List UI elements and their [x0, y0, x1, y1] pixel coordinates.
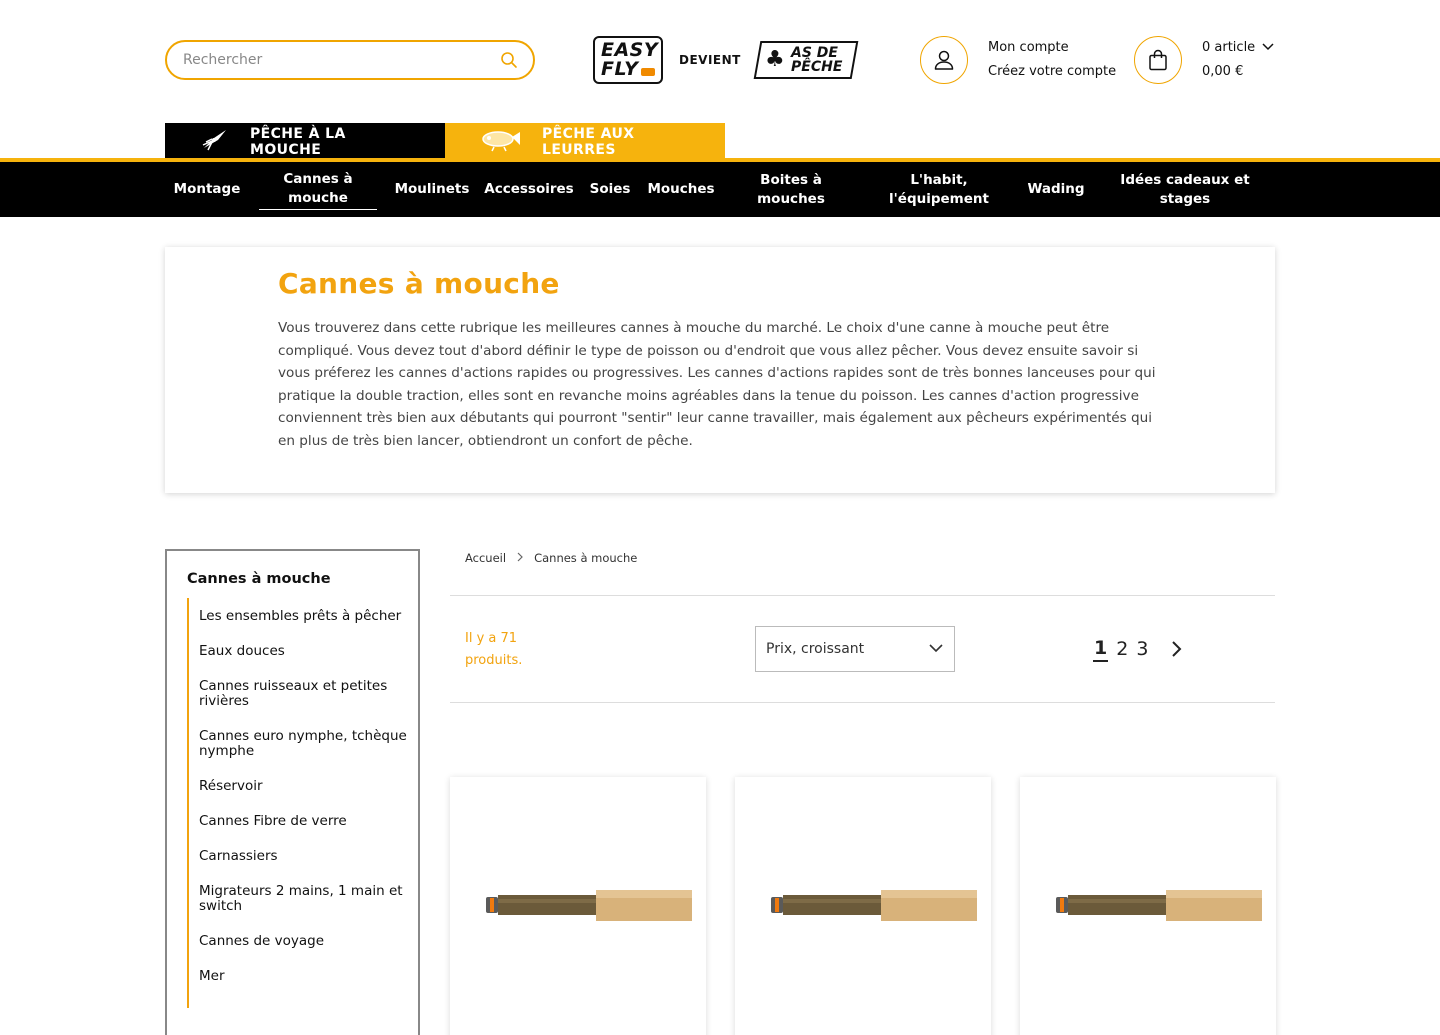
sidebar-item-migrateurs[interactable]: Migrateurs 2 mains, 1 main et switch	[199, 874, 407, 924]
search-input[interactable]	[183, 52, 499, 68]
tab-peche-mouche-label: PÊCHE À LA MOUCHE	[250, 125, 346, 158]
breadcrumb-current[interactable]: Cannes à mouche	[534, 551, 637, 565]
breadcrumb-home[interactable]: Accueil	[465, 551, 506, 565]
nav-item-label: Cannes à mouche	[259, 170, 377, 210]
search-bar[interactable]	[165, 40, 535, 80]
fly-icon	[200, 126, 230, 158]
nav-item-accessoires[interactable]: Accessoires	[477, 180, 581, 199]
nav-item-habit-equipement[interactable]: L'habit, l'équipement	[859, 171, 1019, 209]
sidebar-item-eaux-douces[interactable]: Eaux douces	[199, 634, 407, 669]
product-card[interactable]	[1020, 777, 1276, 1035]
subcategory-list: Les ensembles prêts à pêcher Eaux douces…	[187, 598, 407, 1008]
nav-item-label: L'habit, l'équipement	[889, 171, 989, 207]
account-create[interactable]: Créez votre compte	[988, 60, 1116, 84]
divider	[450, 702, 1275, 703]
product-card[interactable]	[450, 777, 706, 1035]
nav-item-wading[interactable]: Wading	[1019, 180, 1093, 199]
logo-devient: DEVIENT	[679, 53, 741, 67]
logo-easyfly: EASY FLY	[593, 36, 663, 84]
sidebar-item-euro-nymphe[interactable]: Cannes euro nymphe, tchèque nymphe	[199, 719, 407, 769]
site-logo[interactable]: EASY FLY DEVIENT ♣ AS DE PÊCHE	[593, 36, 859, 84]
nav-item-label: Soies	[589, 181, 631, 197]
account-link[interactable]: Mon compte Créez votre compte	[920, 36, 1116, 84]
logo-dot	[641, 68, 655, 76]
universe-tabs: PÊCHE À LA MOUCHE PÊCHE AUX LEURRES	[165, 123, 725, 160]
sidebar-item-reservoir[interactable]: Réservoir	[199, 769, 407, 804]
product-image[interactable]	[771, 887, 977, 923]
nav-item-idees-cadeaux[interactable]: Idées cadeaux et stages	[1093, 171, 1277, 209]
category-description: Vous trouverez dans cette rubrique les m…	[278, 320, 1156, 449]
logo-asdepeche-text: AS DE PÊCHE	[790, 45, 842, 75]
chevron-down-icon	[928, 641, 944, 657]
account-title[interactable]: Mon compte	[988, 36, 1116, 60]
tab-peche-mouche[interactable]: PÊCHE À LA MOUCHE	[165, 123, 445, 160]
nav-item-soies[interactable]: Soies	[581, 180, 639, 199]
logo-asdepeche: ♣ AS DE PÊCHE	[753, 41, 859, 79]
nav-item-label: Wading	[1027, 181, 1085, 197]
nav-item-montage[interactable]: Montage	[165, 180, 249, 199]
sort-select[interactable]: Prix, croissant	[755, 626, 955, 672]
product-card[interactable]	[735, 777, 991, 1035]
page-link[interactable]: 2	[1116, 637, 1128, 661]
category-description-card: Cannes à mouche Vous trouverez dans cett…	[165, 247, 1275, 493]
sidebar-item-ruisseaux[interactable]: Cannes ruisseaux et petites rivières	[199, 669, 407, 719]
breadcrumb: Accueil Cannes à mouche	[465, 551, 637, 565]
page-title: Cannes à mouche	[278, 267, 560, 300]
search-icon[interactable]	[499, 50, 519, 70]
nav-item-moulinets[interactable]: Moulinets	[387, 180, 477, 199]
next-page-icon[interactable]	[1170, 640, 1182, 658]
sort-selected-value: Prix, croissant	[766, 641, 865, 657]
product-image[interactable]	[486, 887, 692, 923]
sidebar-item-voyage[interactable]: Cannes de voyage	[199, 924, 407, 959]
lure-icon	[480, 127, 522, 157]
tab-peche-leurres-label: PÊCHE AUX LEURRES	[542, 125, 635, 158]
nav-item-cannes-mouche[interactable]: Cannes à mouche	[249, 170, 387, 210]
subcategory-sidebar: Cannes à mouche Les ensembles prêts à pê…	[165, 549, 420, 1035]
nav-item-label: Moulinets	[394, 181, 470, 197]
sidebar-item-fibre-verre[interactable]: Cannes Fibre de verre	[199, 804, 407, 839]
shopping-bag-icon[interactable]	[1134, 36, 1182, 84]
chevron-down-icon[interactable]	[1261, 36, 1275, 60]
category-nav: Montage Cannes à mouche Moulinets Access…	[0, 162, 1440, 217]
divider	[450, 595, 1275, 596]
sidebar-item-carnassiers[interactable]: Carnassiers	[199, 839, 407, 874]
user-icon[interactable]	[920, 36, 968, 84]
nav-item-label: Boites à mouches	[757, 171, 825, 207]
sidebar-item-ensembles[interactable]: Les ensembles prêts à pêcher	[199, 598, 407, 634]
product-image[interactable]	[1056, 887, 1262, 923]
nav-item-label: Mouches	[647, 181, 715, 197]
page-link-current[interactable]: 1	[1093, 636, 1109, 662]
chevron-right-icon	[516, 551, 524, 565]
pagination: 1 2 3	[1093, 636, 1182, 662]
sidebar-item-mer[interactable]: Mer	[199, 959, 407, 994]
club-icon: ♣	[764, 47, 785, 72]
sidebar-title[interactable]: Cannes à mouche	[187, 571, 331, 587]
nav-item-label: Idées cadeaux et stages	[1120, 171, 1250, 207]
cart-total: 0,00 €	[1202, 64, 1244, 79]
nav-item-label: Accessoires	[484, 181, 574, 197]
tab-peche-leurres[interactable]: PÊCHE AUX LEURRES	[445, 123, 725, 160]
nav-item-boites-mouches[interactable]: Boites à mouches	[723, 171, 859, 209]
nav-item-label: Montage	[173, 181, 241, 197]
cart-count[interactable]: 0 article	[1202, 36, 1255, 60]
cart-link[interactable]: 0 article 0,00 €	[1134, 36, 1275, 84]
page-link[interactable]: 3	[1136, 637, 1148, 661]
product-count: Il y a 71 produits.	[465, 631, 523, 668]
nav-item-mouches[interactable]: Mouches	[639, 180, 723, 199]
